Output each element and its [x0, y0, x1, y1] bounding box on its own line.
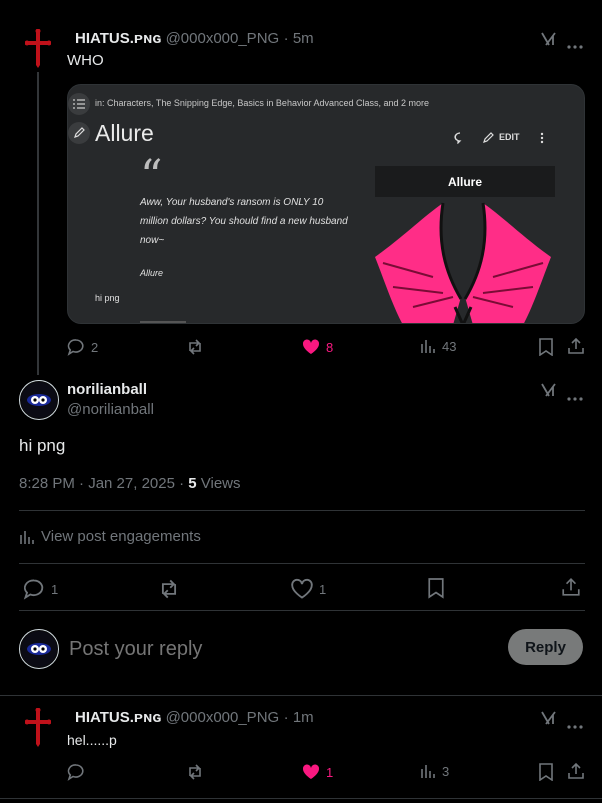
cross-avatar[interactable] — [24, 707, 52, 748]
views-button[interactable]: 3 — [420, 763, 449, 779]
views-label: Views — [196, 475, 241, 492]
like-button[interactable]: 1 — [291, 578, 326, 600]
list-icon — [68, 93, 90, 115]
edit-icon — [482, 131, 494, 149]
analytics-icon — [20, 530, 34, 544]
kebab-icon — [540, 131, 544, 149]
divider — [19, 563, 585, 564]
tweet1-header: HIATUS.ᴘɴɢ @000x000_PNG · 5m — [75, 30, 314, 48]
divider — [19, 610, 585, 611]
edit-label: EDIT — [499, 132, 520, 142]
ball-avatar-icon — [21, 631, 57, 667]
timestamp[interactable]: 8:28 PM · Jan 27, 2025 · — [19, 475, 188, 492]
author-name[interactable]: HIATUS.ᴘɴɢ — [75, 30, 161, 47]
repost-button[interactable] — [186, 338, 204, 356]
author-name[interactable]: norilianball — [67, 381, 147, 398]
views-button[interactable]: 43 — [420, 338, 456, 354]
more-icon[interactable] — [567, 36, 583, 54]
reply-button[interactable]: 2 — [67, 338, 98, 356]
like-count: 1 — [326, 764, 334, 780]
view-count: 43 — [442, 338, 457, 354]
view-count: 3 — [442, 763, 450, 779]
like-button[interactable]: 8 — [302, 338, 333, 356]
thread-line — [37, 72, 39, 375]
grok-icon[interactable] — [540, 30, 558, 53]
avatar[interactable] — [19, 380, 59, 420]
like-count: 8 — [326, 339, 334, 355]
bookmark-icon[interactable] — [538, 763, 554, 786]
engagements-label: View post engagements — [41, 528, 201, 545]
comment-icon — [454, 131, 466, 149]
like-button[interactable]: 1 — [302, 763, 333, 781]
reply-count: 2 — [91, 339, 99, 355]
more-icon[interactable] — [567, 388, 583, 406]
grok-icon[interactable] — [540, 381, 558, 404]
attached-image[interactable]: in: Characters, The Snipping Edge, Basic… — [67, 84, 585, 324]
post-time[interactable]: · 1m — [284, 709, 314, 726]
reply-button[interactable] — [67, 763, 85, 781]
view-engagements-link[interactable]: View post engagements — [19, 528, 201, 545]
reply-icon — [67, 764, 84, 781]
post-text: WHO — [67, 52, 104, 69]
analytics-icon — [421, 765, 435, 778]
categories-text: in: Characters, The Snipping Edge, Basic… — [95, 98, 430, 108]
infobox-title: Allure — [375, 166, 555, 197]
embed-footer-text: hi png — [95, 293, 120, 303]
wiki-title: Allure — [95, 120, 154, 146]
quote-text: Aww, Your husband's ransom is ONLY 10 mi… — [140, 197, 348, 246]
share-icon[interactable] — [567, 337, 585, 360]
post-text: hi png — [19, 436, 66, 455]
post-time[interactable]: · 5m — [284, 30, 314, 47]
divider — [0, 798, 602, 799]
heart-filled-icon — [302, 764, 320, 779]
repost-icon — [189, 339, 201, 355]
share-icon[interactable] — [567, 762, 585, 785]
reply-icon — [67, 339, 84, 356]
reply-count: 1 — [51, 581, 59, 597]
repost-button[interactable] — [158, 578, 180, 600]
pencil-icon — [68, 122, 90, 144]
repost-icon — [189, 764, 201, 780]
heart-outline-icon — [291, 578, 313, 599]
character-image — [375, 202, 551, 323]
cross-icon — [24, 28, 52, 68]
bookmark-icon[interactable] — [427, 577, 445, 604]
divider — [0, 695, 602, 696]
cross-avatar[interactable] — [24, 28, 52, 69]
reply-icon — [23, 579, 44, 600]
quote-author: Allure — [140, 268, 164, 278]
heart-filled-icon — [302, 339, 320, 354]
grok-icon[interactable] — [540, 709, 558, 732]
views-count: 5 — [188, 475, 197, 492]
cross-icon — [24, 707, 52, 747]
post-meta: 8:28 PM · Jan 27, 2025 · 5 Views — [19, 475, 241, 492]
embed-divider — [140, 321, 186, 323]
like-count: 1 — [319, 581, 327, 597]
reply-submit-button[interactable]: Reply — [508, 629, 583, 665]
repost-icon — [161, 579, 177, 599]
share-icon[interactable] — [561, 577, 581, 602]
author-handle[interactable]: @norilianball — [67, 401, 154, 418]
repost-button[interactable] — [186, 763, 204, 781]
author-handle[interactable]: @000x000_PNG — [166, 709, 280, 726]
tweet2-header: HIATUS.ᴘɴɢ @000x000_PNG · 1m — [75, 709, 314, 727]
bookmark-icon[interactable] — [538, 338, 554, 361]
reply-button[interactable]: 1 — [23, 578, 58, 600]
author-handle[interactable]: @000x000_PNG — [166, 30, 280, 47]
ball-avatar-icon — [21, 382, 57, 418]
analytics-icon — [421, 340, 435, 353]
composer-avatar — [19, 629, 59, 669]
author-name[interactable]: HIATUS.ᴘɴɢ — [75, 709, 161, 726]
reply-input[interactable] — [67, 632, 491, 666]
post-text: hel......p — [67, 732, 117, 748]
divider — [19, 510, 585, 511]
more-icon[interactable] — [567, 716, 583, 734]
